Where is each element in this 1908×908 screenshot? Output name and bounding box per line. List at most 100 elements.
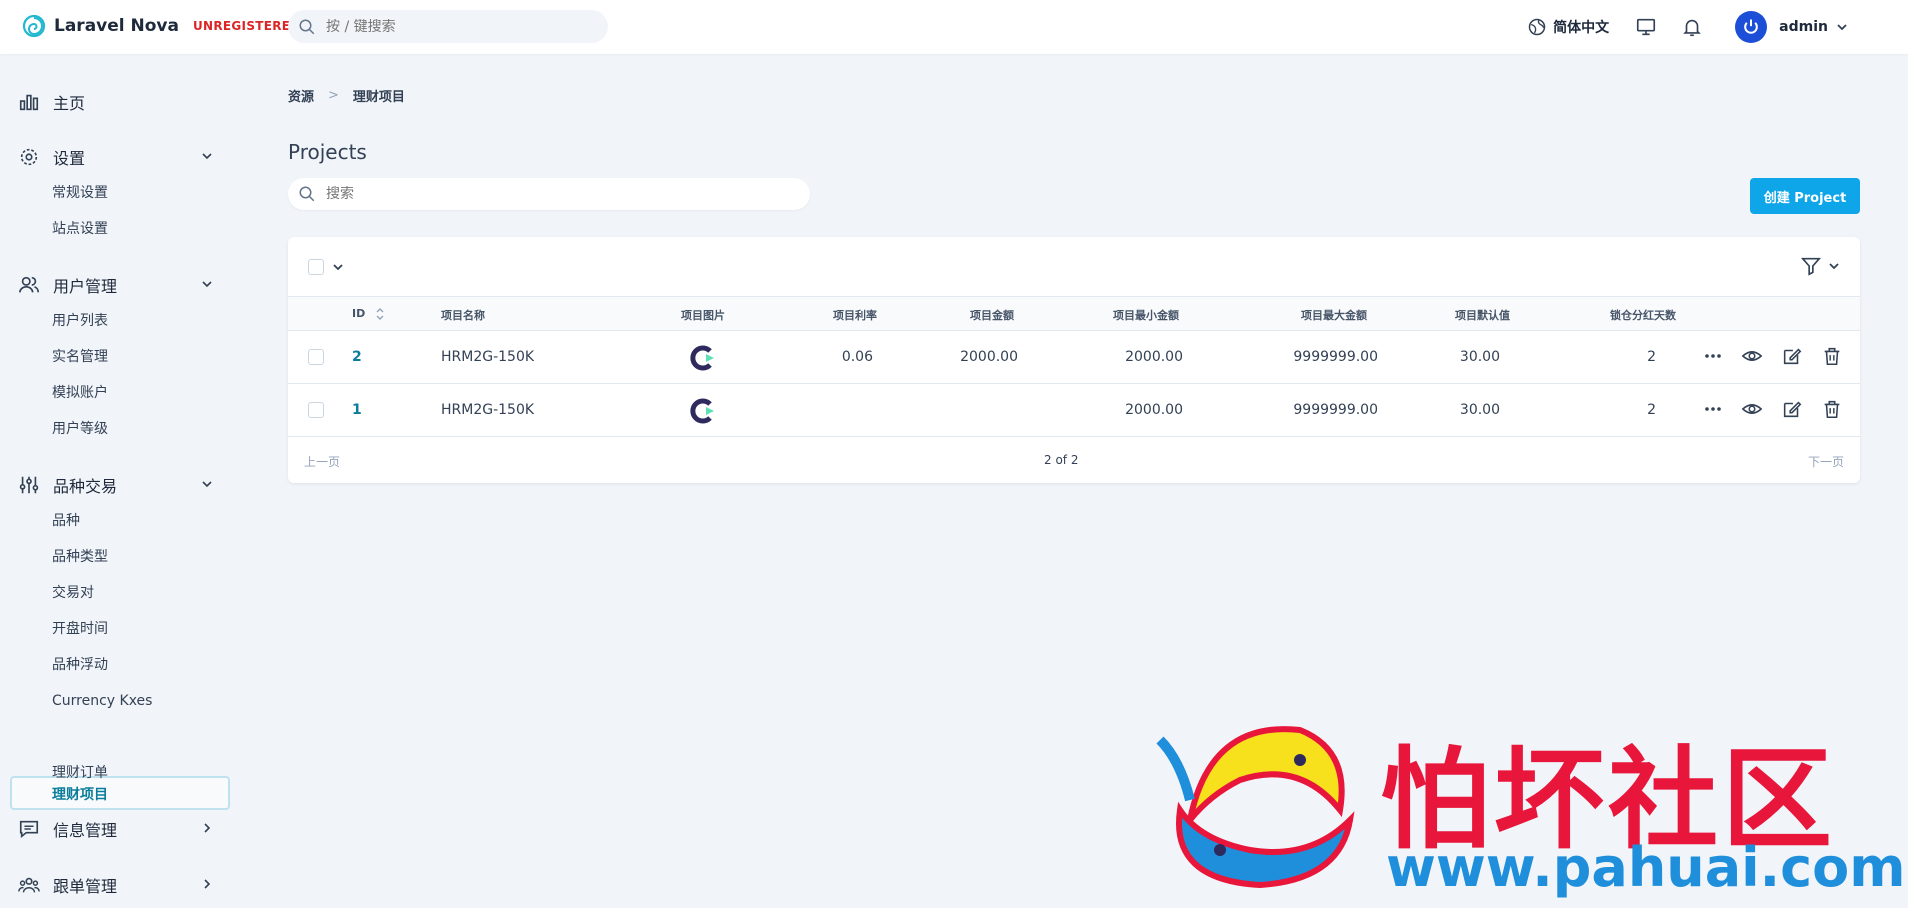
row-name: HRM2G-150K xyxy=(441,402,535,418)
row-min-amount: 2000.00 xyxy=(1125,402,1183,418)
more-icon[interactable] xyxy=(1703,346,1723,366)
breadcrumb-separator: > xyxy=(328,88,339,103)
resource-table-card: ID 项目名称 项目图片 项目利率 项目金额 项目最小金额 项目最大金额 项目默… xyxy=(288,237,1860,483)
bell-icon[interactable] xyxy=(1681,16,1703,38)
chevron-right-icon xyxy=(204,823,211,833)
column-amount: 项目金额 xyxy=(970,309,1014,322)
users-icon xyxy=(19,276,39,293)
sidebar-group-users[interactable]: 用户管理 xyxy=(18,270,223,300)
table-header: ID 项目名称 项目图片 项目利率 项目金额 项目最小金额 项目最大金额 项目默… xyxy=(288,297,1860,331)
row-max-amount: 9999999.00 xyxy=(1293,349,1378,365)
monitor-icon[interactable] xyxy=(1635,16,1657,38)
user-menu[interactable]: admin xyxy=(1735,11,1848,43)
more-icon[interactable] xyxy=(1703,399,1723,419)
breadcrumb-root[interactable]: 资源 xyxy=(288,86,314,105)
resource-search[interactable] xyxy=(288,178,810,210)
edit-icon[interactable] xyxy=(1781,398,1803,420)
chevron-down-icon xyxy=(1829,263,1839,270)
chevron-down-icon xyxy=(202,153,212,160)
sidebar-item-products[interactable]: 品种 xyxy=(52,510,80,532)
breadcrumb-current: 理财项目 xyxy=(352,90,405,105)
chart-bar-icon xyxy=(19,94,39,111)
sidebar-item-trading-pairs[interactable]: 交易对 xyxy=(52,582,94,604)
filter-dropdown[interactable] xyxy=(1800,255,1840,277)
row-min-amount: 2000.00 xyxy=(1125,349,1183,365)
sidebar: 主页 设置 常规设置 站点设置 用户管理 用户列表 实名管理 模拟账户 用户等级… xyxy=(0,54,236,908)
power-icon xyxy=(1744,19,1758,34)
chevron-down-icon[interactable] xyxy=(332,261,344,273)
sidebar-group-settings[interactable]: 设置 xyxy=(18,142,223,172)
search-icon xyxy=(299,186,315,202)
app-logo[interactable]: Laravel Nova UNREGISTERED xyxy=(22,14,301,38)
sidebar-item-verification[interactable]: 实名管理 xyxy=(52,346,108,368)
row-actions xyxy=(1703,345,1861,367)
row-lock-days: 2 xyxy=(1647,402,1656,418)
sidebar-item-home[interactable]: 主页 xyxy=(18,87,223,117)
row-checkbox[interactable] xyxy=(308,402,324,418)
row-max-amount: 9999999.00 xyxy=(1293,402,1378,418)
resource-search-input[interactable] xyxy=(326,186,786,202)
table-row: 1 HRM2G-150K 2000.00 9999999.00 30.00 2 xyxy=(288,384,1860,437)
column-id[interactable]: ID xyxy=(352,307,385,321)
app-name: Laravel Nova xyxy=(54,16,179,36)
select-all-checkbox[interactable] xyxy=(308,259,324,275)
column-image: 项目图片 xyxy=(681,309,725,322)
sidebar-item-finance-projects[interactable]: 理财项目 xyxy=(10,776,230,810)
sidebar-item-site-settings[interactable]: 站点设置 xyxy=(52,218,108,240)
row-id-link[interactable]: 2 xyxy=(352,349,362,365)
pagination-info: 2 of 2 xyxy=(1044,453,1079,467)
column-max-amount: 项目最大金额 xyxy=(1301,309,1367,322)
trash-icon[interactable] xyxy=(1821,398,1843,420)
filter-icon xyxy=(1800,257,1822,276)
chat-icon xyxy=(19,820,39,839)
sidebar-item-user-list[interactable]: 用户列表 xyxy=(52,310,108,332)
row-lock-days: 2 xyxy=(1647,349,1656,365)
eye-icon[interactable] xyxy=(1741,345,1763,367)
sidebar-item-product-types[interactable]: 品种类型 xyxy=(52,546,108,568)
license-badge: UNREGISTERED xyxy=(192,19,301,33)
eye-icon[interactable] xyxy=(1741,398,1763,420)
sidebar-item-general-settings[interactable]: 常规设置 xyxy=(52,182,108,204)
row-actions xyxy=(1703,398,1861,420)
sidebar-item-currency-kxes[interactable]: Currency Kxes xyxy=(52,690,152,712)
row-id-link[interactable]: 1 xyxy=(352,402,362,418)
project-logo-icon xyxy=(690,398,714,424)
sidebar-group-follow[interactable]: 跟单管理 xyxy=(18,870,223,900)
nova-logo-icon xyxy=(22,14,46,38)
sidebar-group-label: 用户管理 xyxy=(53,277,118,296)
chevron-down-icon xyxy=(202,481,212,488)
chevron-down-icon xyxy=(1837,24,1847,31)
sidebar-item-user-levels[interactable]: 用户等级 xyxy=(52,418,108,440)
global-search[interactable] xyxy=(288,10,608,43)
sidebar-group-label: 跟单管理 xyxy=(53,877,118,896)
sliders-icon xyxy=(19,476,39,494)
gear-icon xyxy=(20,148,38,166)
next-page-button[interactable]: 下一页 xyxy=(1808,453,1844,470)
column-rate: 项目利率 xyxy=(833,309,877,322)
language-switcher[interactable]: 简体中文 xyxy=(1527,17,1609,37)
global-search-input[interactable] xyxy=(326,18,586,35)
edit-icon[interactable] xyxy=(1781,345,1803,367)
trash-icon[interactable] xyxy=(1821,345,1843,367)
row-name: HRM2G-150K xyxy=(441,349,535,365)
sidebar-item-finance-orders[interactable]: 理财订单 xyxy=(52,762,108,784)
sidebar-item-product-float[interactable]: 品种浮动 xyxy=(52,654,108,676)
prev-page-button[interactable]: 上一页 xyxy=(304,453,340,470)
sidebar-group-trading[interactable]: 品种交易 xyxy=(18,470,223,500)
watermark-url: www.pahuai.com xyxy=(1386,836,1906,899)
watermark: 怕坏社区 www.pahuai.com xyxy=(1150,700,1906,900)
page-title: Projects xyxy=(288,140,367,164)
language-label: 简体中文 xyxy=(1553,20,1610,36)
sidebar-group-messages[interactable]: 信息管理 xyxy=(18,814,223,844)
table-toolbar xyxy=(288,237,1860,297)
sidebar-item-opening-hours[interactable]: 开盘时间 xyxy=(52,618,108,640)
create-project-button[interactable]: 创建 Project xyxy=(1750,178,1860,214)
top-header: Laravel Nova UNREGISTERED 简体中文 admin xyxy=(0,0,1908,54)
row-checkbox[interactable] xyxy=(308,349,324,365)
sidebar-group-label: 设置 xyxy=(53,149,86,168)
sidebar-item-demo-accounts[interactable]: 模拟账户 xyxy=(52,382,108,404)
chevron-down-icon xyxy=(202,281,212,288)
chevron-right-icon xyxy=(204,879,211,889)
row-amount: 2000.00 xyxy=(960,349,1018,365)
search-icon xyxy=(299,19,315,34)
